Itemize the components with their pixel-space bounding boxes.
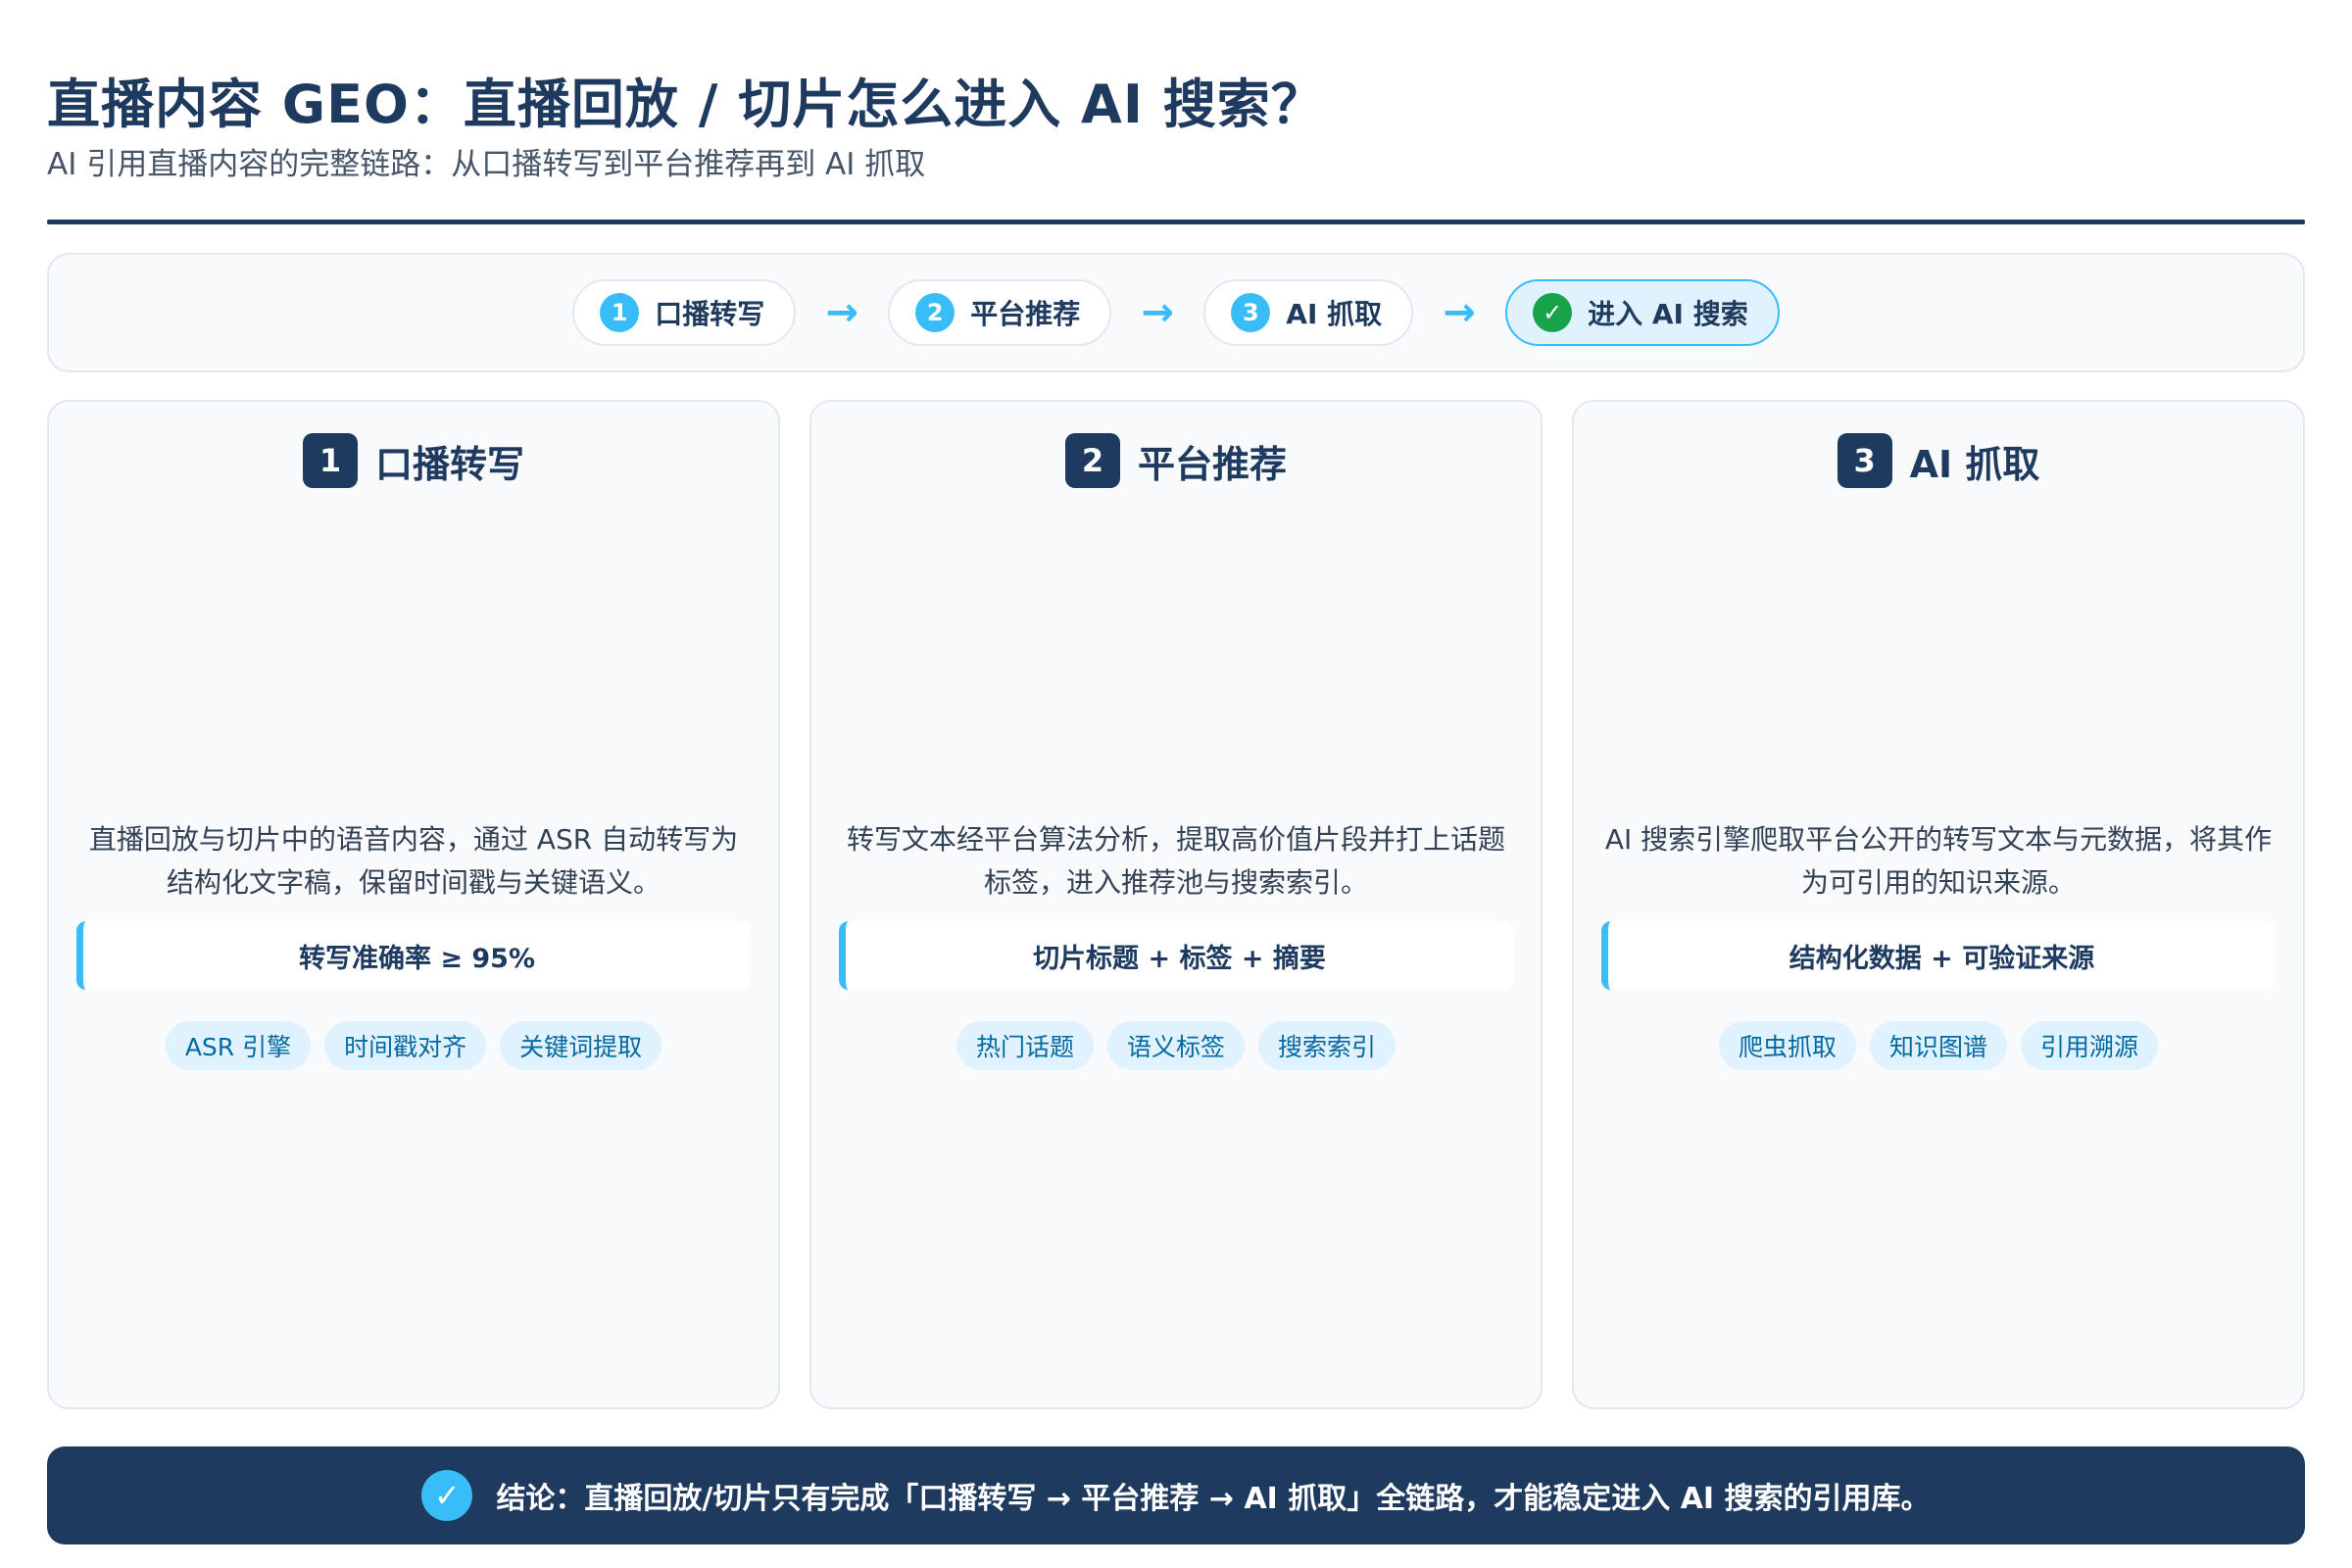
arrow-right-icon: →: [1141, 290, 1175, 335]
card-header: 2 平台推荐: [811, 433, 1541, 488]
card-tags: 热门话题 语义标签 搜索索引: [811, 1021, 1541, 1070]
card-number-badge: 2: [1064, 433, 1120, 488]
card-metric: 结构化数据 + 可验证来源: [1601, 921, 2276, 990]
flow-step-ai-crawl: 3 AI 抓取: [1203, 279, 1414, 346]
flow-step-final: ✓ 进入 AI 搜索: [1505, 279, 1780, 346]
flow-step-label: 口播转写: [655, 298, 765, 330]
card-description: AI 搜索引擎爬取平台公开的转写文本与元数据，将其作为可引用的知识来源。: [1604, 823, 2273, 899]
card-header: 3 AI 抓取: [1574, 433, 2303, 488]
card-tags: ASR 引擎 时间戳对齐 关键词提取: [49, 1021, 778, 1070]
card-transcription: 1 口播转写 直播回放与切片中的语音内容，通过 ASR 自动转写为结构化文字稿，…: [47, 400, 780, 1409]
card-tags: 爬虫抓取 知识图谱 引用溯源: [1574, 1021, 2303, 1070]
checkmark-icon: ✓: [1533, 293, 1573, 332]
tag: 知识图谱: [1869, 1021, 2007, 1070]
tag: ASR 引擎: [165, 1021, 312, 1070]
flow-bar: 1 口播转写 → 2 平台推荐 → 3 AI 抓取 → ✓ 进入 AI 搜索: [47, 253, 2305, 372]
card-recommendation: 2 平台推荐 转写文本经平台算法分析，提取高价值片段并打上话题标签，进入推荐池与…: [809, 400, 1543, 1409]
page-subtitle: AI 引用直播内容的完整链路：从口播转写到平台推荐再到 AI 抓取: [47, 147, 926, 182]
card-header: 1 口播转写: [49, 433, 778, 488]
card-number-badge: 1: [302, 433, 358, 488]
flow-step-label: 平台推荐: [970, 298, 1081, 330]
header-divider: [47, 220, 2305, 224]
card-description: 转写文本经平台算法分析，提取高价值片段并打上话题标签，进入推荐池与搜索索引。: [846, 823, 1505, 899]
tag: 搜索索引: [1258, 1021, 1396, 1070]
tag: 爬虫抓取: [1718, 1021, 1856, 1070]
card-metric: 切片标题 + 标签 + 摘要: [839, 921, 1513, 990]
step-number-badge: 1: [600, 293, 640, 332]
tag: 关键词提取: [500, 1021, 662, 1070]
flow-step-transcription: 1 口播转写: [572, 279, 797, 346]
flow-step-label: 进入 AI 搜索: [1588, 298, 1748, 330]
tag: 语义标签: [1106, 1021, 1245, 1070]
tag: 热门话题: [956, 1021, 1094, 1070]
conclusion-banner: ✓ 结论：直播回放/切片只有完成「口播转写 → 平台推荐 → AI 抓取」全链路…: [47, 1446, 2305, 1544]
card-ai-crawl: 3 AI 抓取 AI 搜索引擎爬取平台公开的转写文本与元数据，将其作为可引用的知…: [1572, 400, 2305, 1409]
card-number-badge: 3: [1837, 433, 1892, 488]
card-title: 平台推荐: [1137, 442, 1287, 486]
page: 直播内容 GEO：直播回放 / 切片怎么进入 AI 搜索？ AI 引用直播内容的…: [0, 0, 2352, 1568]
step-cards: 1 口播转写 直播回放与切片中的语音内容，通过 ASR 自动转写为结构化文字稿，…: [47, 400, 2305, 1409]
card-title: AI 抓取: [1909, 442, 2040, 486]
conclusion-text: 结论：直播回放/切片只有完成「口播转写 → 平台推荐 → AI 抓取」全链路，才…: [496, 1482, 1931, 1516]
arrow-right-icon: →: [1443, 290, 1476, 335]
arrow-right-icon: →: [825, 290, 859, 335]
flow-step-recommendation: 2 平台推荐: [888, 279, 1112, 346]
step-number-badge: 2: [915, 293, 956, 332]
tag: 时间戳对齐: [324, 1021, 487, 1070]
card-metric: 转写准确率 ≥ 95%: [76, 921, 751, 990]
card-description: 直播回放与切片中的语音内容，通过 ASR 自动转写为结构化文字稿，保留时间戳与关…: [88, 823, 739, 899]
flow-step-label: AI 抓取: [1286, 298, 1383, 330]
card-title: 口播转写: [374, 442, 524, 486]
checkmark-icon: ✓: [421, 1470, 473, 1521]
tag: 引用溯源: [2021, 1021, 2159, 1070]
step-number-badge: 3: [1231, 293, 1271, 332]
page-title: 直播内容 GEO：直播回放 / 切片怎么进入 AI 搜索？: [47, 74, 1325, 135]
